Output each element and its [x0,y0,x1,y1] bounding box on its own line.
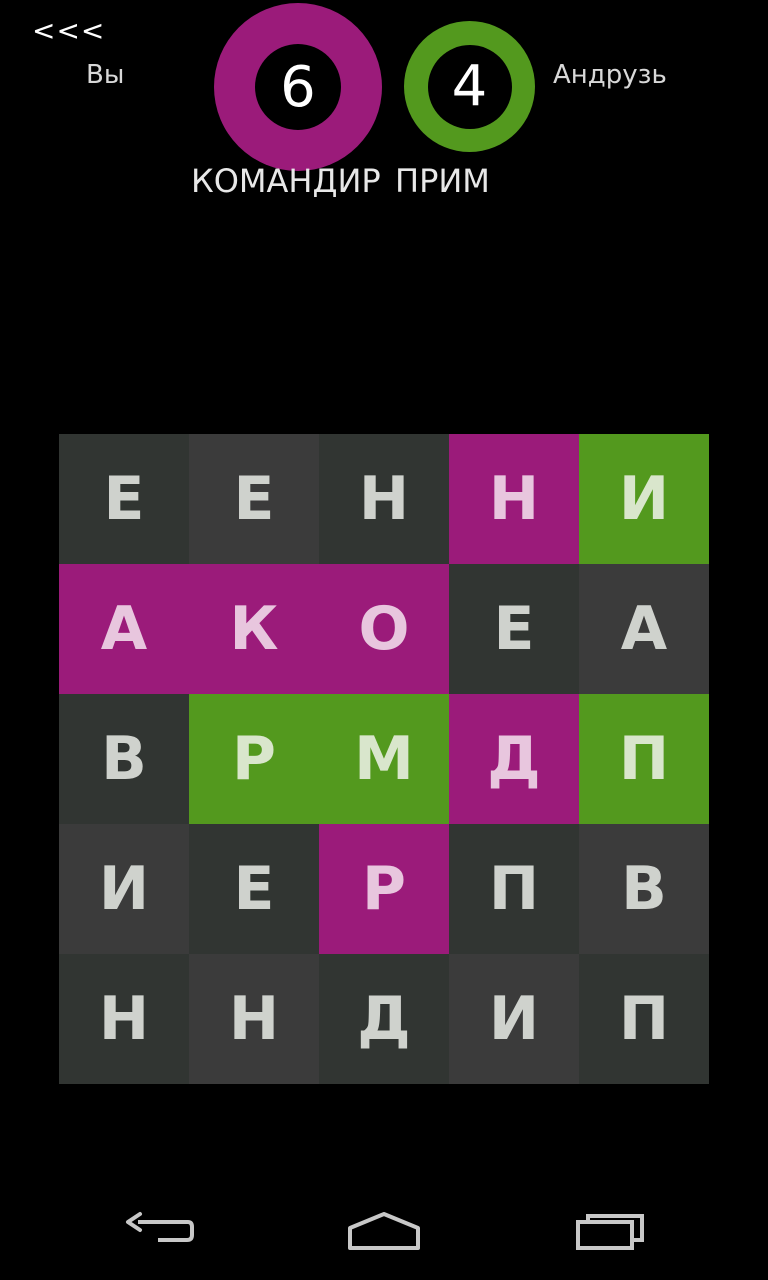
last-word-opponent: ПРИМ [395,162,490,200]
back-arrow-icon[interactable] [124,1208,196,1256]
letter-tile[interactable]: М [319,694,449,824]
letter-tile[interactable]: Е [189,434,319,564]
letter-tile[interactable]: Е [449,564,579,694]
letter-tile[interactable]: К [189,564,319,694]
letter-tile[interactable]: В [59,694,189,824]
letter-tile[interactable]: Р [319,824,449,954]
letter-tile[interactable]: В [579,824,709,954]
letter-tile[interactable]: А [59,564,189,694]
last-word-you: КОМАНДИР [191,162,381,200]
score-opponent: 4 [427,44,512,129]
home-icon[interactable] [346,1208,422,1256]
letter-tile[interactable]: Д [319,954,449,1084]
letter-tile[interactable]: А [579,564,709,694]
back-button[interactable]: <<< [32,14,105,47]
recent-apps-icon[interactable] [574,1208,646,1256]
letter-tile[interactable]: П [449,824,579,954]
letter-tile[interactable]: Д [449,694,579,824]
letter-board: ЕЕННИАКОЕАВРМДПИЕРПВННДИП [59,434,709,1084]
player-name-you: Вы [86,60,125,90]
system-navigation-bar [0,1190,768,1280]
letter-tile[interactable]: Р [189,694,319,824]
letter-tile[interactable]: И [579,434,709,564]
score-you: 6 [255,44,341,130]
player-name-opponent: Андрузь [553,60,667,90]
letter-tile[interactable]: Н [449,434,579,564]
letter-tile[interactable]: П [579,954,709,1084]
letter-tile[interactable]: Н [59,954,189,1084]
letter-tile[interactable]: Н [189,954,319,1084]
letter-tile[interactable]: И [59,824,189,954]
letter-tile[interactable]: Н [319,434,449,564]
letter-tile[interactable]: О [319,564,449,694]
score-ring-opponent: 4 [404,21,535,152]
letter-tile[interactable]: И [449,954,579,1084]
letter-tile[interactable]: Е [189,824,319,954]
letter-tile[interactable]: Е [59,434,189,564]
score-ring-you: 6 [214,3,382,171]
letter-tile[interactable]: П [579,694,709,824]
